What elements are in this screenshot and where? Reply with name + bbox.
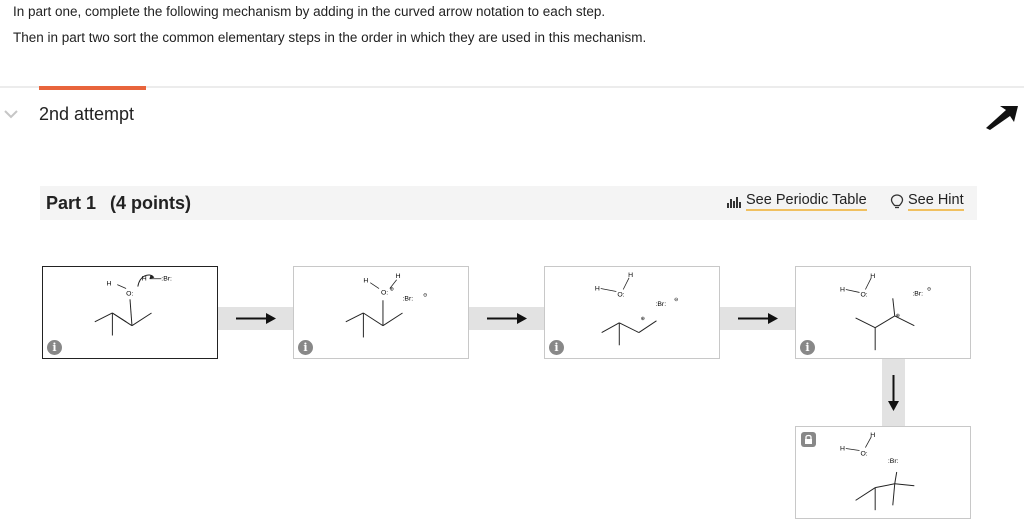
atom-h: H — [396, 273, 401, 280]
atom-h: H — [840, 286, 845, 293]
molecule-drawing-1: H O: H :Br: — [94, 274, 172, 336]
info-icon[interactable]: i — [800, 340, 815, 355]
bar-chart-icon — [727, 196, 741, 208]
atom-br: :Br: — [161, 276, 172, 283]
see-periodic-table-link[interactable]: See Periodic Table — [726, 192, 867, 211]
step-connector-1 — [218, 307, 294, 330]
molecule-drawing-5: H H O: :Br: — [840, 432, 915, 511]
molecule-drawing-3: H H O: :Br: ⊖ ⊕ — [595, 272, 678, 346]
step-connector-3 — [720, 307, 796, 330]
charge-plus: ⊕ — [390, 286, 394, 292]
atom-o: O: — [860, 291, 867, 298]
molecule-drawing-2: H H O: ⊕ :Br: ⊖ — [345, 273, 427, 338]
atom-o: O: — [860, 450, 867, 457]
atom-h: H — [870, 273, 875, 280]
info-icon[interactable]: i — [47, 340, 62, 355]
down-arrow-icon — [888, 375, 899, 411]
step-connector-4 — [882, 359, 905, 427]
part-title: Part 1 (4 points) — [46, 193, 191, 214]
atom-h: H — [595, 285, 600, 292]
atom-br: :Br: — [912, 290, 923, 297]
info-icon[interactable]: i — [549, 340, 564, 355]
charge-plus: ⊕ — [641, 316, 645, 322]
atom-h: H — [840, 445, 845, 452]
atom-o: O: — [381, 289, 388, 296]
mechanism-step-4-panel[interactable]: H H O: :Br: ⊖ ⊕ i — [795, 266, 971, 359]
charge-plus: ⊕ — [896, 313, 900, 319]
mechanism-step-1-panel[interactable]: H O: H :Br: i — [42, 266, 218, 359]
hint-label: See Hint — [908, 192, 964, 211]
atom-br: :Br: — [403, 295, 414, 302]
atom-br: :Br: — [888, 458, 899, 465]
right-arrow-icon — [738, 313, 778, 324]
mechanism-step-2-panel[interactable]: H H O: ⊕ :Br: ⊖ i — [293, 266, 469, 359]
mechanism-step-5-panel[interactable]: H H O: :Br: — [795, 426, 971, 519]
instructions-line-1: In part one, complete the following mech… — [13, 4, 606, 19]
attempt-label: 2nd attempt — [39, 104, 135, 124]
right-arrow-icon — [236, 313, 276, 324]
atom-h: H — [870, 432, 875, 439]
atom-h: H — [363, 278, 368, 285]
atom-h: H — [107, 281, 112, 288]
right-arrow-icon — [487, 313, 527, 324]
mechanism-step-3-panel[interactable]: H H O: :Br: ⊖ ⊕ i — [544, 266, 720, 359]
charge-minus: ⊖ — [423, 292, 427, 298]
see-hint-link[interactable]: See Hint — [890, 192, 964, 211]
part-name: Part 1 — [46, 193, 97, 213]
atom-o: O: — [617, 291, 624, 298]
chevron-down-icon[interactable] — [3, 108, 19, 120]
lightbulb-icon — [890, 193, 904, 208]
info-icon[interactable]: i — [298, 340, 313, 355]
molecule-drawing-4: H H O: :Br: ⊖ ⊕ — [840, 273, 931, 351]
instructions-line-2: Then in part two sort the common element… — [13, 30, 647, 45]
charge-minus: ⊖ — [927, 286, 931, 292]
charge-minus: ⊖ — [674, 297, 678, 303]
attempt-tab-accent — [39, 86, 146, 90]
pointer-arrow-icon — [986, 106, 1018, 130]
part-header: Part 1 (4 points) See Periodic Table See … — [40, 186, 977, 220]
section-divider — [0, 86, 1024, 88]
part-points: (4 points) — [110, 193, 192, 213]
atom-o: O: — [126, 290, 133, 297]
atom-br: :Br: — [655, 301, 666, 308]
step-connector-2 — [469, 307, 545, 330]
periodic-table-label: See Periodic Table — [746, 192, 867, 211]
atom-h: H — [142, 276, 147, 283]
atom-h: H — [628, 272, 633, 279]
